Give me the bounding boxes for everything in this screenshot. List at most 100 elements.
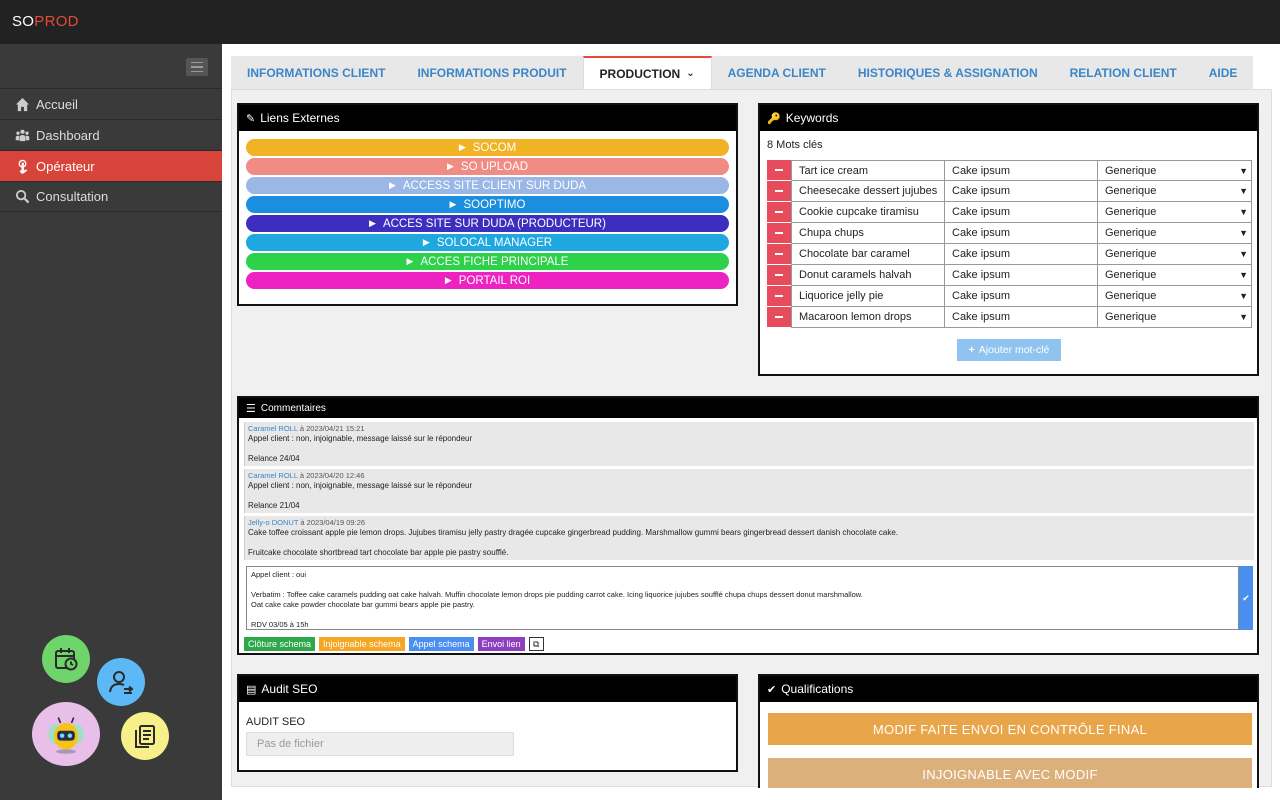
remove-keyword-button[interactable] xyxy=(767,160,791,181)
add-keyword-button[interactable]: + Ajouter mot-clé xyxy=(957,339,1061,361)
menu-toggle-icon[interactable] xyxy=(186,58,208,76)
keyword-input[interactable]: Cheesecake dessert jujubes xyxy=(791,181,945,202)
remove-keyword-button[interactable] xyxy=(767,244,791,265)
app-logo[interactable]: SOPROD xyxy=(12,13,79,30)
keyword-type-select[interactable]: Generique ▼ xyxy=(1098,202,1252,223)
audit-file-input[interactable]: Pas de fichier xyxy=(246,732,514,756)
keyword-category-input[interactable]: Cake ipsum xyxy=(945,307,1098,328)
button-label: Envoi lien xyxy=(481,639,521,649)
panel-header: ☰ Commentaires xyxy=(239,398,1257,418)
home-icon xyxy=(14,96,30,112)
tab-informations-client[interactable]: INFORMATIONS CLIENT xyxy=(231,56,402,89)
keyword-type-select[interactable]: Generique ▼ xyxy=(1098,286,1252,307)
keyword-input[interactable]: Donut caramels halvah xyxy=(791,265,945,286)
keyword-input[interactable]: Tart ice cream xyxy=(791,160,945,181)
keyword-type-select[interactable]: Generique ▼ xyxy=(1098,160,1252,181)
link-socom[interactable]: ▶ SOCOM xyxy=(246,139,729,156)
modif-faite-button[interactable]: MODIF FAITE ENVOI EN CONTRÔLE FINAL xyxy=(768,713,1252,745)
keyword-type-select[interactable]: Generique ▼ xyxy=(1098,265,1252,286)
comment-author[interactable]: Jelly-o DONUT xyxy=(248,518,298,527)
link-label: ACCES SITE SUR DUDA (PRODUCTEUR) xyxy=(382,217,606,230)
documents-icon xyxy=(135,725,155,748)
sidebar-item-dashboard[interactable]: Dashboard xyxy=(0,119,222,150)
keyword-category-input[interactable]: Cake ipsum xyxy=(945,181,1098,202)
sidebar-item-operateur[interactable]: Opérateur xyxy=(0,150,222,181)
keyword-category-input[interactable]: Cake ipsum xyxy=(945,160,1098,181)
keyword-input[interactable]: Cookie cupcake tiramisu xyxy=(791,202,945,223)
tab-informations-produit[interactable]: INFORMATIONS PRODUIT xyxy=(401,56,583,89)
keyword-row: Cookie cupcake tiramisu Cake ipsum Generiq… xyxy=(767,202,1252,223)
link-sooptimo[interactable]: ▶ SOOPTIMO xyxy=(246,196,729,213)
bee-robot-icon xyxy=(48,717,84,754)
sidebar-item-label: Accueil xyxy=(36,96,78,112)
keyword-input[interactable]: Chocolate bar caramel xyxy=(791,244,945,265)
keyword-type-select[interactable]: Generique ▼ xyxy=(1098,181,1252,202)
injoignable-schema-button[interactable]: Injoignable schema xyxy=(319,637,405,651)
button-label: Injoignable schema xyxy=(323,639,401,649)
comment-date: à 2023/04/19 09:26 xyxy=(300,518,366,527)
keyword-input[interactable]: Chupa chups xyxy=(791,223,945,244)
remove-keyword-button[interactable] xyxy=(767,223,791,244)
tab-relation-client[interactable]: RELATION CLIENT xyxy=(1053,56,1193,89)
tab-historiques[interactable]: HISTORIQUES & ASSIGNATION xyxy=(841,56,1054,89)
comment-textarea[interactable]: Appel client : oui Verbatim : Toffee cak… xyxy=(246,566,1239,630)
link-solocal-manager[interactable]: ▶ SOLOCAL MANAGER xyxy=(246,234,729,251)
select-value: Generique xyxy=(1105,164,1157,177)
draft-line: Appel client : oui xyxy=(251,570,307,579)
remove-keyword-button[interactable] xyxy=(767,265,791,286)
keyword-type-select[interactable]: Generique ▼ xyxy=(1098,307,1252,328)
keyword-category-input[interactable]: Cake ipsum xyxy=(945,244,1098,265)
link-acces-duda-producteur[interactable]: ▶ ACCES SITE SUR DUDA (PRODUCTEUR) xyxy=(246,215,729,232)
keyword-type-select[interactable]: Generique ▼ xyxy=(1098,223,1252,244)
remove-keyword-button[interactable] xyxy=(767,202,791,223)
tab-aide[interactable]: AIDE xyxy=(1192,56,1254,89)
draft-line: Oat cake cake powder chocolate bar gummi… xyxy=(251,600,475,609)
button-label: Appel schema xyxy=(412,639,470,649)
link-portail-roi[interactable]: ▶ PORTAIL ROI xyxy=(246,272,729,289)
remove-keyword-button[interactable] xyxy=(767,181,791,202)
keyword-category-input[interactable]: Cake ipsum xyxy=(945,223,1098,244)
audit-icon: ▤ xyxy=(246,683,257,696)
comment-date: à 2023/04/21 15:21 xyxy=(299,424,365,433)
copy-icon[interactable]: ⧉ xyxy=(528,637,544,651)
link-label: SOOPTIMO xyxy=(463,198,526,211)
tab-agenda-client[interactable]: AGENDA CLIENT xyxy=(711,56,842,89)
external-link-icon: ✎ xyxy=(246,112,256,125)
injoignable-avec-modif-button[interactable]: INJOIGNABLE AVEC MODIF xyxy=(768,758,1252,788)
audit-seo-panel: ▤ Audit SEO AUDIT SEO Pas de fichier xyxy=(237,674,738,772)
comment-text: Fruitcake chocolate shortbread tart choc… xyxy=(248,548,509,557)
keyword-input[interactable]: Liquorice jelly pie xyxy=(791,286,945,307)
tab-label: PRODUCTION xyxy=(599,66,681,81)
remove-keyword-button[interactable] xyxy=(767,307,791,328)
sidebar-item-accueil[interactable]: Accueil xyxy=(0,88,222,119)
play-icon: ▶ xyxy=(388,180,396,190)
panel-title: Qualifications xyxy=(781,682,854,696)
sidebar-item-consultation[interactable]: Consultation xyxy=(0,181,222,212)
user-switch-bubble[interactable] xyxy=(97,658,145,706)
documents-bubble[interactable] xyxy=(121,712,169,760)
assistant-bubble[interactable] xyxy=(32,702,100,766)
link-access-site-client[interactable]: ▶ ACCESS SITE CLIENT SUR DUDA xyxy=(246,177,729,194)
link-label: ACCES FICHE PRINCIPALE xyxy=(420,255,569,268)
keyword-category-input[interactable]: Cake ipsum xyxy=(945,286,1098,307)
cloture-schema-button[interactable]: Clôture schema xyxy=(244,637,316,651)
comment-author[interactable]: Caramel ROLL xyxy=(248,424,298,433)
remove-keyword-button[interactable] xyxy=(767,286,791,307)
keyword-type-select[interactable]: Generique ▼ xyxy=(1098,244,1252,265)
keyword-category-input[interactable]: Cake ipsum xyxy=(945,265,1098,286)
keyword-row: Macaroon lemon drops Cake ipsum Generique ▼ xyxy=(767,307,1252,328)
comments-list: Caramel ROLL à 2023/04/21 15:21 Appel cl… xyxy=(244,422,1254,563)
users-icon xyxy=(14,127,30,143)
link-acces-fiche-principale[interactable]: ▶ ACCES FICHE PRINCIPALE xyxy=(246,253,729,270)
appel-schema-button[interactable]: Appel schema xyxy=(408,637,474,651)
link-so-upload[interactable]: ▶ SO UPLOAD xyxy=(246,158,729,175)
submit-comment-button[interactable]: ✔ xyxy=(1239,566,1253,630)
comment-author[interactable]: Caramel ROLL xyxy=(248,471,298,480)
tab-production[interactable]: PRODUCTION ⌄ xyxy=(582,56,712,89)
keyword-input[interactable]: Macaroon lemon drops xyxy=(791,307,945,328)
keyword-category-input[interactable]: Cake ipsum xyxy=(945,202,1098,223)
select-value: Generique xyxy=(1105,248,1157,260)
envoi-lien-button[interactable]: Envoi lien xyxy=(477,637,525,651)
schedule-bubble[interactable] xyxy=(42,635,90,683)
comment-templates: Clôture schema Injoignable schema Appel … xyxy=(244,637,544,651)
